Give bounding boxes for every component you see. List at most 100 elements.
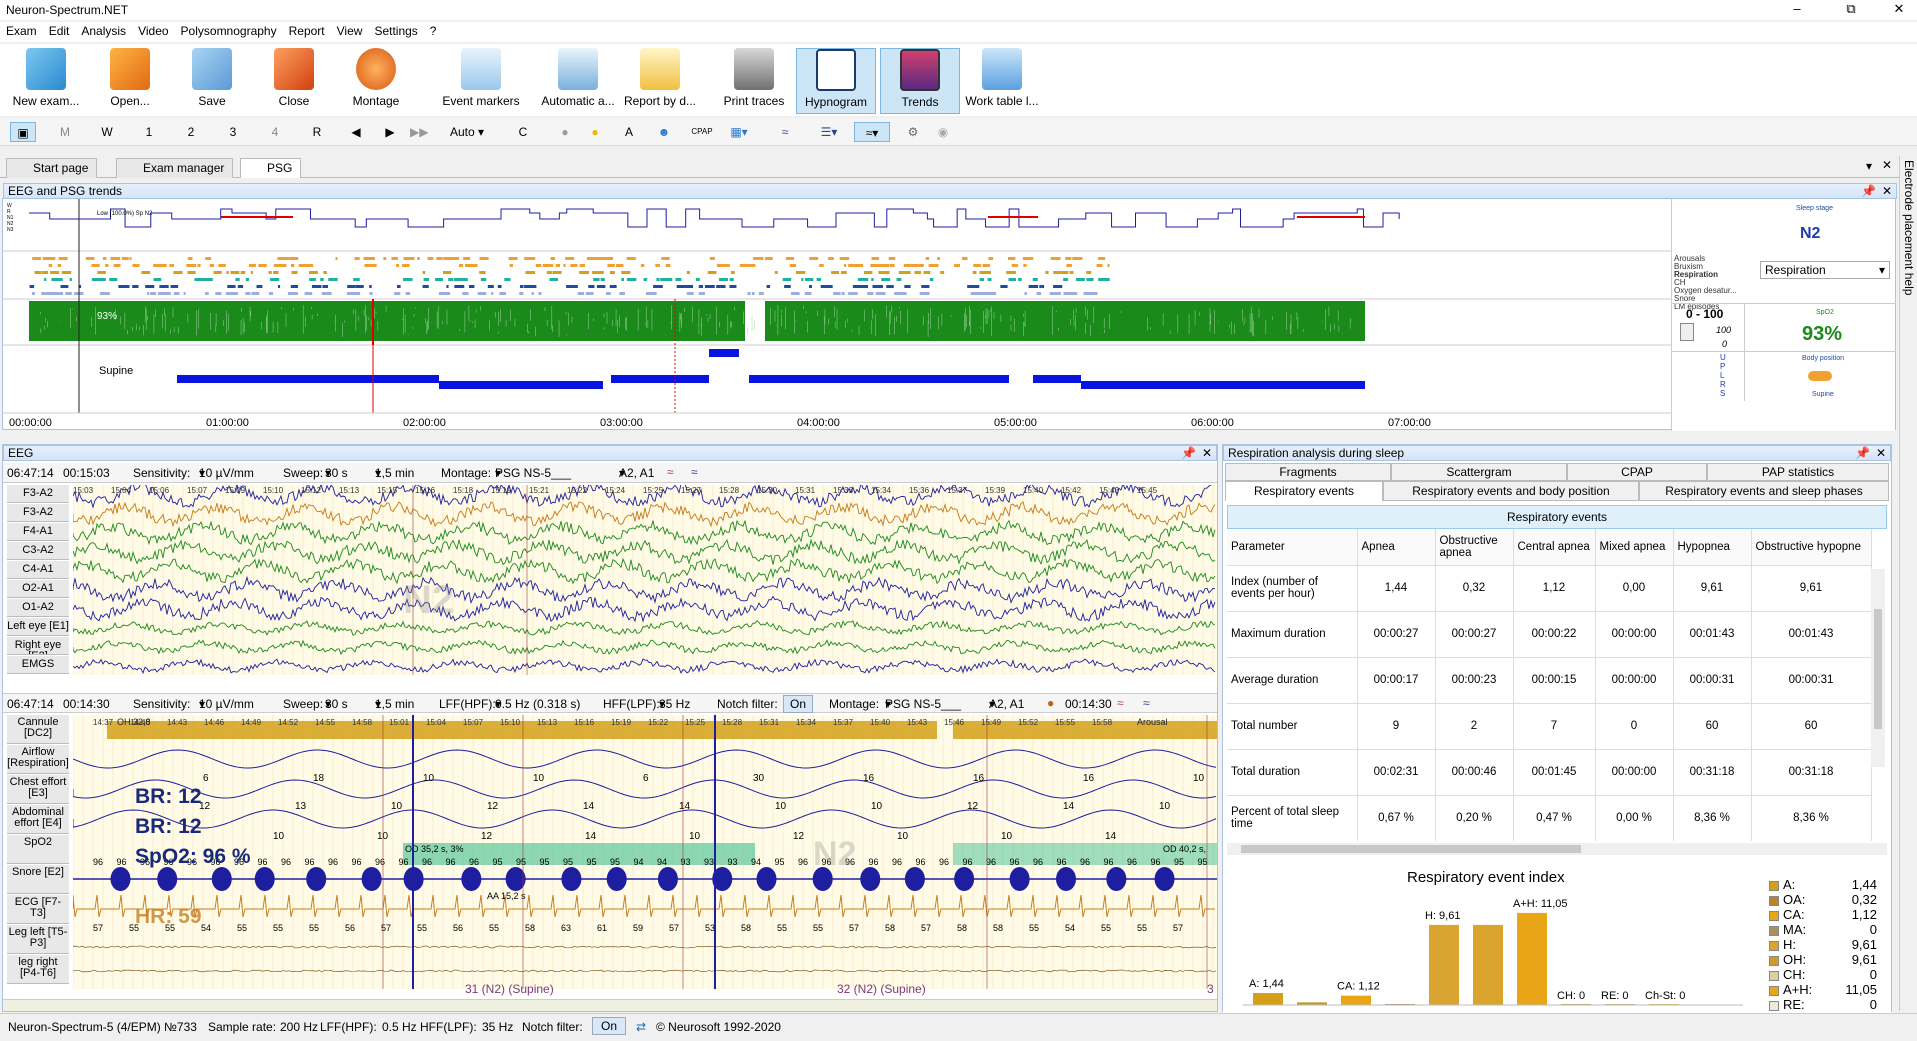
menu-polysomnography[interactable]: Polysomnography <box>175 22 283 40</box>
table-header-cell[interactable]: Apnea <box>1357 529 1436 566</box>
eeg-close-icon[interactable]: ✕ <box>1202 446 1212 460</box>
last-page-icon[interactable]: ▶▶ <box>410 122 428 142</box>
hypnogram-button[interactable]: Hypnogram <box>796 48 876 114</box>
channel-label[interactable]: F4-A1 <box>7 523 69 541</box>
eeg2-sensitivity-select[interactable]: 10 µV/mm ▾ <box>199 697 254 711</box>
menu-help[interactable]: ? <box>424 22 443 40</box>
camera-icon[interactable]: ◉ <box>932 122 954 142</box>
eeg2-filter-icon[interactable]: ≈ <box>1117 696 1124 710</box>
tab-events-body-position[interactable]: Respiratory events and body position <box>1383 481 1639 501</box>
montage-button[interactable]: Montage <box>340 48 412 114</box>
eeg2-lff-select[interactable]: 0.5 Hz (0.318 s) ▾ <box>495 697 580 711</box>
view-m-button[interactable]: M <box>56 122 74 142</box>
trends-button[interactable]: Trends <box>880 48 960 114</box>
close-icon[interactable]: ✕ <box>1881 0 1917 20</box>
table-header-cell[interactable]: Obstructive hypopne <box>1751 529 1872 566</box>
table-row[interactable]: Total duration 00:02:31 00:00:46 00:01:45 00… <box>1227 749 1872 796</box>
channel-label[interactable]: EMGS <box>7 656 69 674</box>
eeg-scrollbar[interactable] <box>3 999 1217 1011</box>
prev-page-icon[interactable]: ◀ <box>348 122 364 142</box>
resp-pin-icon[interactable]: 📌 <box>1855 446 1870 460</box>
eeg1-montage-select[interactable]: PSG NS-5___ ▾ <box>495 466 571 480</box>
trends-graph[interactable]: WRN1N2N3 <box>3 199 1897 431</box>
automatic-analysis-button[interactable]: Automatic a... <box>538 48 618 114</box>
table-vscroll[interactable] <box>1871 569 1885 767</box>
tab-menu-icon[interactable]: ▾ <box>1866 159 1872 173</box>
print-traces-button[interactable]: Print traces <box>716 48 792 114</box>
montage-view-icon[interactable]: ≈▾ <box>854 122 890 142</box>
channel-label[interactable]: Right eye [E2] <box>7 637 69 655</box>
channel-label[interactable]: C3-A2 <box>7 542 69 560</box>
waves-icon[interactable]: ≈ <box>774 122 796 142</box>
table-header-cell[interactable]: Obstructive apnea <box>1435 529 1514 566</box>
maximize-icon[interactable]: ⧉ <box>1833 0 1869 20</box>
view-c-button[interactable]: C <box>514 122 532 142</box>
menu-report[interactable]: Report <box>283 22 331 40</box>
tab-start-page[interactable]: Start page <box>6 158 98 178</box>
menu-exam[interactable]: Exam <box>0 22 43 40</box>
eeg2-brain-icon[interactable]: ● <box>1047 696 1054 710</box>
eeg-pin-icon[interactable]: 📌 <box>1181 446 1196 460</box>
channel-label[interactable]: leg right [P4-T6] <box>7 955 69 984</box>
new-exam-button[interactable]: New exam... <box>10 48 82 114</box>
tab-scattergram[interactable]: Scattergram <box>1391 463 1567 481</box>
auto-dropdown[interactable]: Auto ▾ <box>442 122 492 142</box>
eeg1-filter-icon[interactable]: ≈ <box>667 465 674 479</box>
eeg-traces[interactable]: 15:03 15:04 15:06 15:07 15:09 15:10 15:12 15:13… <box>73 485 1217 675</box>
work-table-button[interactable]: Work table l... <box>962 48 1042 114</box>
table-row[interactable]: Average duration 00:00:17 00:00:23 00:00:15… <box>1227 657 1872 704</box>
eeg2-duration[interactable]: 00:14:30 <box>63 697 110 711</box>
electrode-help-strip[interactable]: Electrode placement help <box>1899 156 1917 1011</box>
panel-close-icon[interactable]: ✕ <box>1882 184 1892 198</box>
channel-label[interactable]: Cannule [DC2] <box>7 715 69 744</box>
view-r-button[interactable]: R <box>308 122 326 142</box>
menu-video[interactable]: Video <box>132 22 174 40</box>
tab-pap-statistics[interactable]: PAP statistics <box>1707 463 1889 481</box>
channel-label[interactable]: Left eye [E1] <box>7 618 69 636</box>
eeg2-wave-icon[interactable]: ≈ <box>1143 696 1150 710</box>
table-row[interactable]: Index (number of events per hour) 1,44 0,3… <box>1227 565 1872 612</box>
table-header-cell[interactable]: Mixed apnea <box>1595 529 1674 566</box>
table-row[interactable]: Maximum duration 00:00:27 00:00:27 00:00:22… <box>1227 611 1872 658</box>
tab-respiratory-events[interactable]: Respiratory events <box>1225 481 1383 501</box>
eeg2-hff-select[interactable]: 35 Hz ▾ <box>659 697 690 711</box>
channel-label[interactable]: Snore [E2] <box>7 865 69 894</box>
event-type-select[interactable]: Respiration ▾ <box>1760 261 1890 279</box>
table-header-cell[interactable]: Central apnea <box>1513 529 1596 566</box>
report-button[interactable]: Report by d... <box>622 48 698 114</box>
grid-icon[interactable]: ▦▾ <box>724 122 754 142</box>
table-row[interactable]: Percent of total sleep time 0,67 % 0,20 % 0… <box>1227 795 1872 841</box>
resp-table-container[interactable]: Parameter Apnea Obstructive apnea Central a… <box>1227 529 1887 841</box>
view-3-button[interactable]: 3 <box>224 122 242 142</box>
tab-psg[interactable]: PSG <box>240 158 302 178</box>
settings-icon[interactable]: ⚙ <box>902 122 924 142</box>
tab-fragments[interactable]: Fragments <box>1225 463 1391 481</box>
open-button[interactable]: Open... <box>94 48 166 114</box>
channel-label[interactable]: O2-A1 <box>7 580 69 598</box>
eeg2-ref-select[interactable]: A2, A1 ▾ <box>989 697 1024 711</box>
eeg2-sweep2-select[interactable]: 1,5 min ▾ <box>375 697 414 711</box>
next-page-icon[interactable]: ▶ <box>382 122 398 142</box>
eeg1-sensitivity-select[interactable]: 10 µV/mm ▾ <box>199 466 254 480</box>
channel-label[interactable]: O1-A2 <box>7 599 69 617</box>
eeg2-sweep-select[interactable]: 30 s ▾ <box>325 697 348 711</box>
channel-label[interactable]: F3-A2 <box>7 485 69 503</box>
view-4-button[interactable]: 4 <box>266 122 284 142</box>
view-2-button[interactable]: 2 <box>182 122 200 142</box>
view-w-button[interactable]: W <box>98 122 116 142</box>
channel-label[interactable]: ECG [F7-T3] <box>7 895 69 924</box>
eeg1-duration[interactable]: 00:15:03 <box>63 466 110 480</box>
tab-cpap[interactable]: CPAP <box>1567 463 1707 481</box>
channel-label[interactable]: C4-A1 <box>7 561 69 579</box>
tab-events-sleep-phases[interactable]: Respiratory events and sleep phases <box>1639 481 1889 501</box>
channel-label[interactable]: Leg left [T5-P3] <box>7 925 69 954</box>
channel-label[interactable]: Airflow [Respiration] <box>7 745 69 774</box>
table-header-cell[interactable]: Hypopnea <box>1673 529 1752 566</box>
bulb-off-icon[interactable]: ● <box>556 122 574 142</box>
menu-edit[interactable]: Edit <box>43 22 76 40</box>
table-row[interactable]: Total number 9 2 7 0 60 60 <box>1227 703 1872 750</box>
resp-index-chart[interactable]: A: 1,44 CA: 1,12 H: 9,61 A+H: 11,05 CH: 0 RE:… <box>1223 865 1763 1013</box>
channel-label[interactable]: Abdominal effort [E4] <box>7 805 69 834</box>
menu-settings[interactable]: Settings <box>368 22 423 40</box>
eeg2-montage-select[interactable]: PSG NS-5___ ▾ <box>885 697 961 711</box>
